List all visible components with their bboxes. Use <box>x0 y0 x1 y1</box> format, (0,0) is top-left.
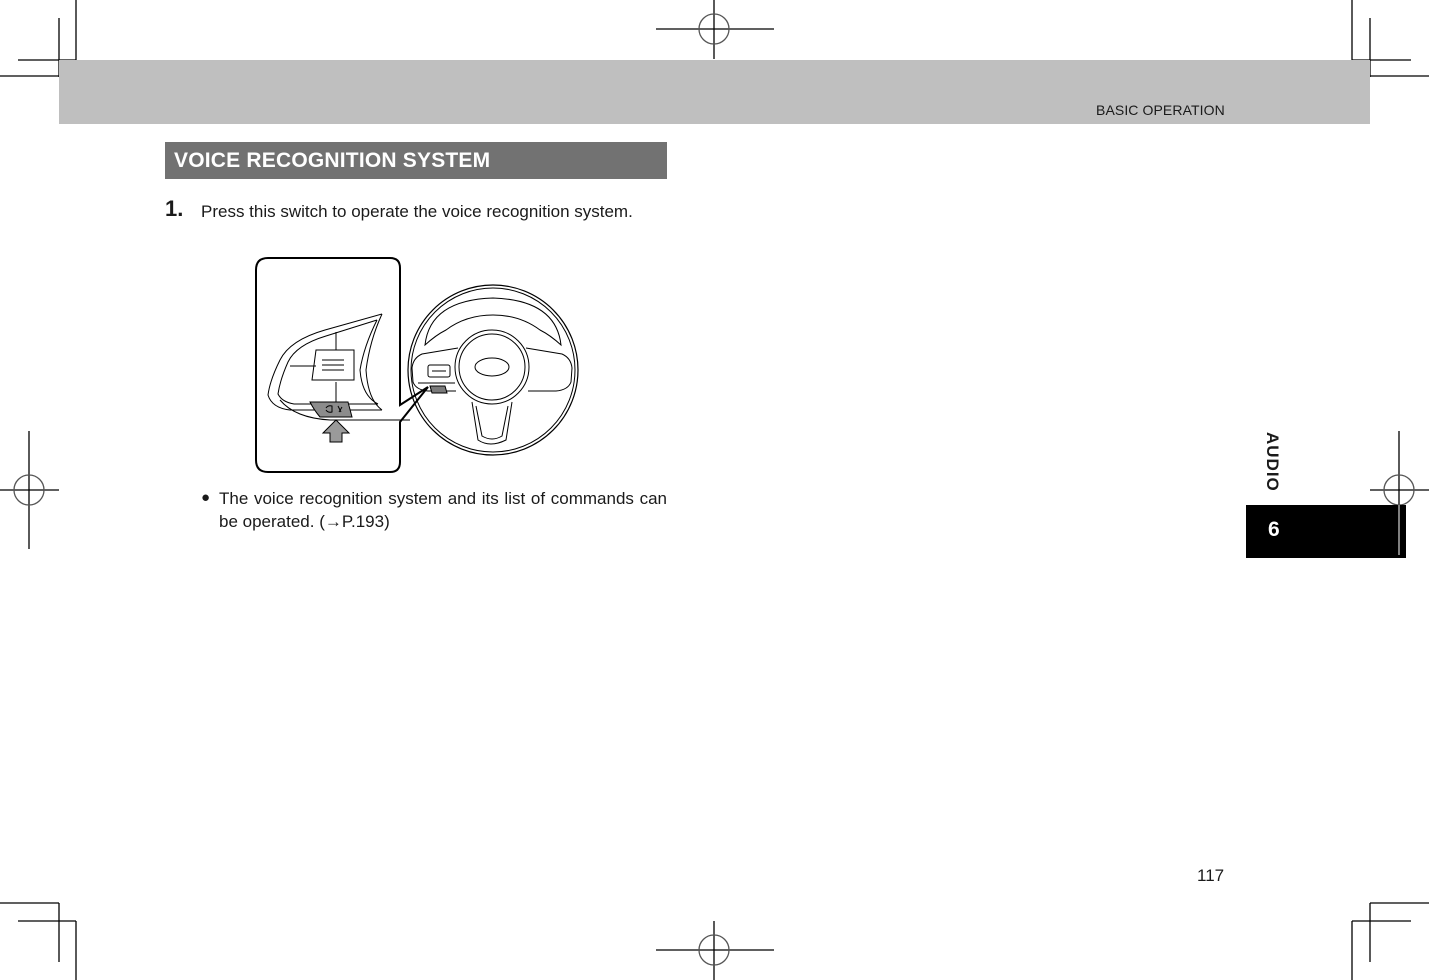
registration-mark-top <box>656 0 774 59</box>
section-title: VOICE RECOGNITION SYSTEM <box>174 149 491 172</box>
press-arrow-icon <box>321 419 351 443</box>
note-text: The voice recognition system and its lis… <box>219 489 667 531</box>
crop-mark-bottom-left <box>0 902 77 980</box>
steering-wheel-drawing <box>407 284 579 456</box>
talk-voice-switch <box>309 401 353 418</box>
header-section-label: BASIC OPERATION <box>1096 102 1225 118</box>
bullet-icon: ● <box>201 489 211 506</box>
chapter-label: AUDIO <box>1263 432 1282 492</box>
step-number: 1. <box>165 196 184 221</box>
steering-wheel-illustration <box>255 257 579 473</box>
step-text: Press this switch to operate the voice r… <box>201 202 633 221</box>
chapter-tab-label: AUDIO <box>1262 432 1282 494</box>
voice-switch-small <box>429 385 448 394</box>
registration-mark-bottom <box>656 921 774 980</box>
registration-mark-left <box>0 431 59 549</box>
registration-mark-right <box>1370 431 1429 506</box>
chapter-number: 6 <box>1268 518 1280 541</box>
tab-registration-line <box>1398 505 1400 555</box>
crop-mark-bottom-right <box>1351 902 1429 980</box>
page-number: 117 <box>1197 866 1225 885</box>
